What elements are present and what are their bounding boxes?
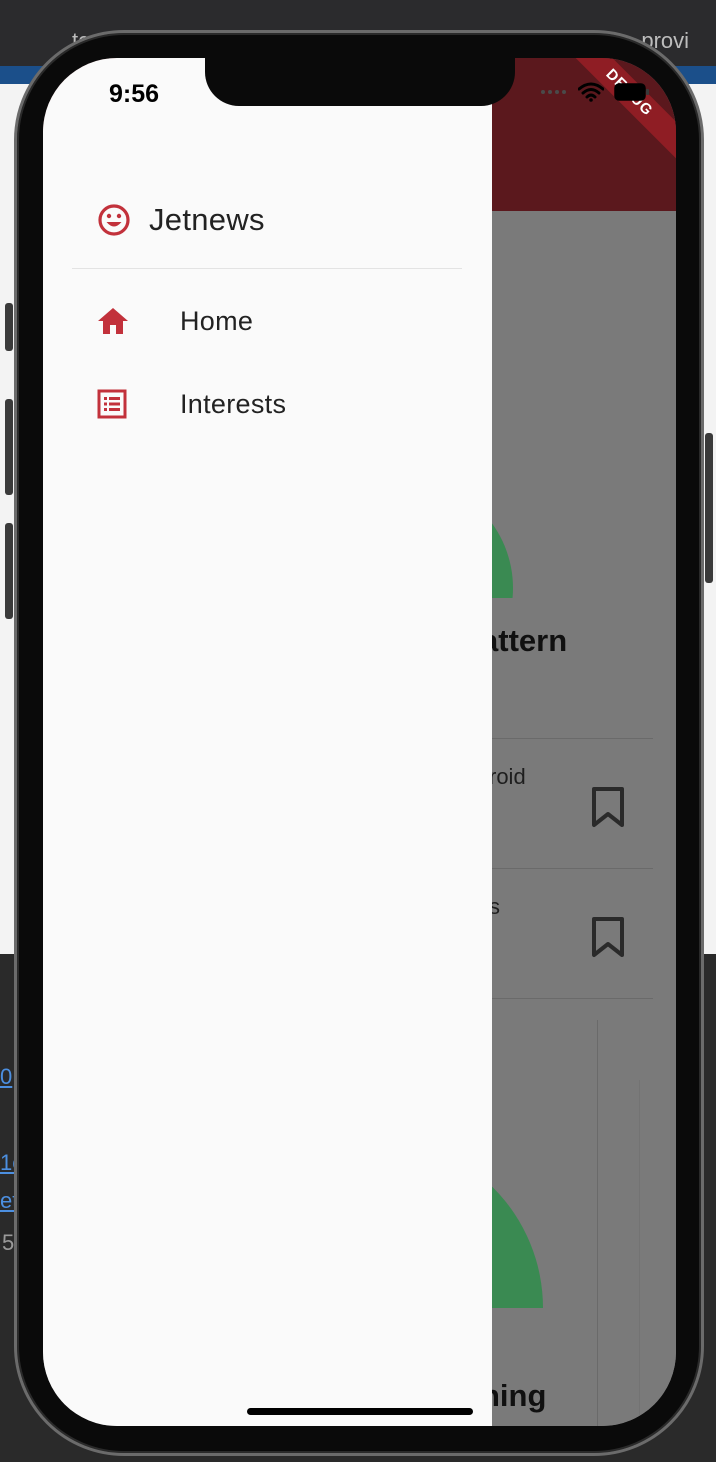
debug-banner: DEBUG bbox=[559, 58, 676, 163]
drawer-divider bbox=[72, 268, 462, 269]
device-notch bbox=[205, 58, 515, 106]
drawer-item-home[interactable]: Home bbox=[97, 291, 467, 351]
ide-console-text: 5 bbox=[2, 1230, 15, 1255]
smiley-logo-icon bbox=[98, 204, 130, 236]
post-subtitle-fragment: roid bbox=[489, 764, 526, 789]
battery-icon bbox=[614, 83, 649, 101]
ide-console-link[interactable]: 0 bbox=[0, 1064, 12, 1090]
card-edge bbox=[639, 1080, 640, 1426]
bookmark-icon[interactable] bbox=[591, 786, 625, 828]
volume-up-button bbox=[5, 399, 13, 495]
wifi-icon bbox=[578, 82, 604, 102]
home-icon bbox=[98, 308, 128, 334]
volume-down-button bbox=[5, 523, 13, 619]
card-edge bbox=[597, 1020, 598, 1426]
home-indicator[interactable] bbox=[247, 1408, 473, 1415]
bookmark-icon[interactable] bbox=[591, 916, 625, 958]
list-icon bbox=[97, 389, 127, 419]
drawer-item-label: Home bbox=[180, 305, 254, 336]
drawer-item-interests[interactable]: Interests bbox=[97, 374, 467, 434]
status-icons bbox=[540, 82, 650, 102]
drawer-item-label: Interests bbox=[180, 388, 287, 419]
post-title-fragment: attern bbox=[481, 623, 568, 658]
navigation-drawer: Jetnews Home Interests bbox=[43, 58, 492, 1426]
phone-screen: DEBUG attern roid s ning 9:56 bbox=[43, 58, 676, 1426]
power-button bbox=[705, 433, 713, 583]
drawer-title: Jetnews bbox=[149, 202, 265, 237]
signal-icon bbox=[541, 90, 566, 94]
drawer-header: Jetnews bbox=[97, 202, 265, 238]
status-time: 9:56 bbox=[109, 80, 160, 108]
mute-switch bbox=[5, 303, 13, 351]
